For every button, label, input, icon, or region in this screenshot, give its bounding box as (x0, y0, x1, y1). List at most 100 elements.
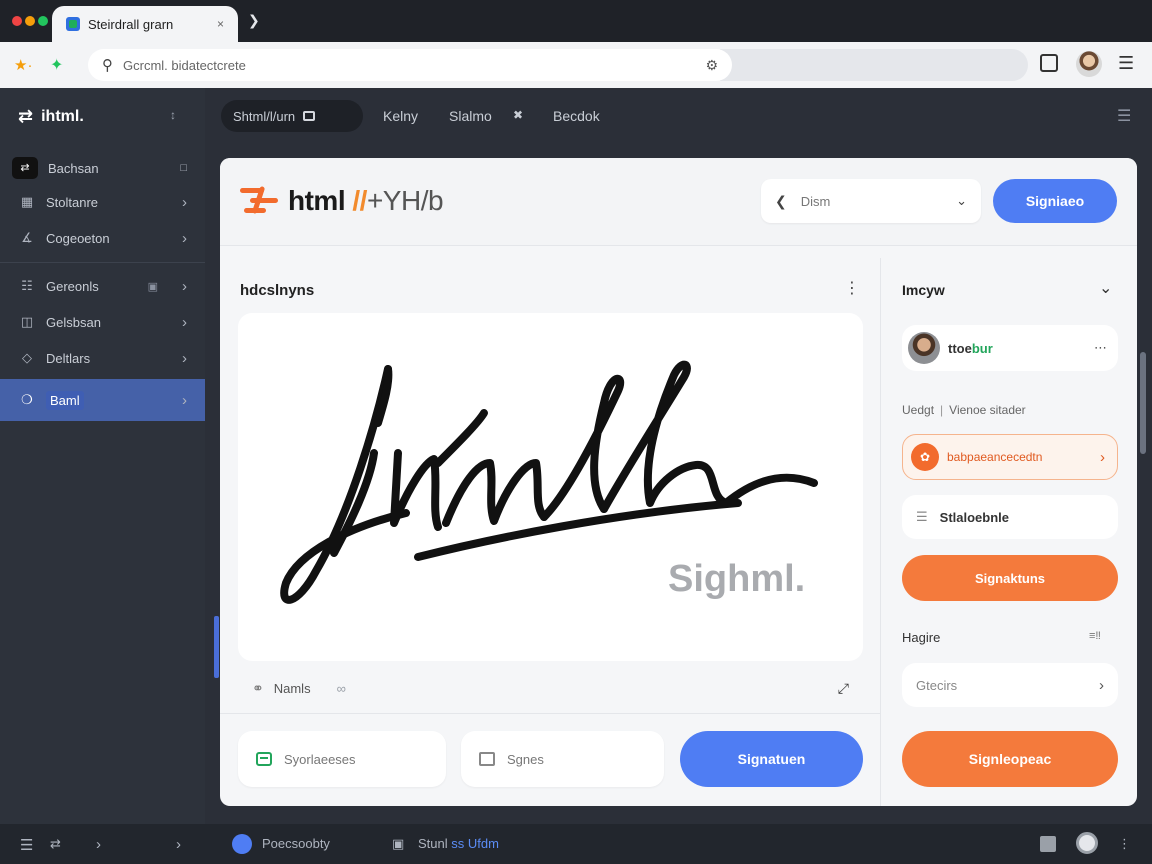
chevron-right-icon: › (182, 193, 187, 211)
sidebar-item-bachsan[interactable]: ⇄ Bachsan □ (0, 150, 205, 186)
layout-icon: ▦ (20, 194, 34, 209)
more-vertical-icon[interactable]: ⋮ (1118, 836, 1131, 852)
sidebar-item-stoltanre[interactable]: ▦ Stoltanre › (0, 184, 205, 220)
signature-canvas[interactable]: Sighml. (238, 313, 863, 661)
sidebar-item-label: Deltlars (46, 350, 91, 366)
date-field[interactable]: Sgnes (461, 731, 664, 787)
user-avatar (908, 332, 940, 364)
window-icon (303, 111, 316, 121)
sidebar-brand[interactable]: ⇄ ihtml. (18, 106, 84, 127)
chevron-right-icon: › (182, 391, 187, 409)
menu-icon[interactable]: ☰ (20, 836, 33, 854)
tab-overview-icon[interactable] (1040, 54, 1058, 72)
chevron-right-icon: › (182, 349, 187, 367)
option-row[interactable]: ☰ Stlaloebnle (902, 495, 1118, 539)
brand-mark-icon (240, 184, 278, 218)
more-options-icon[interactable]: ⋮ (844, 278, 860, 298)
chevron-right-icon[interactable]: › (176, 836, 181, 853)
select-value: Dism (800, 193, 831, 209)
submit-signature-button[interactable]: Signatuen (680, 731, 863, 787)
settings-slider-icon[interactable]: ≡‼ (1089, 630, 1101, 642)
panel-resize-handle[interactable] (214, 616, 219, 678)
signature-toolbar: ⚭ Namls ∞ ⤢ (238, 673, 863, 703)
main-card: html //+YH/b ❮ Dism ⌄ Signiaeo hdcslnyns… (220, 158, 1137, 806)
window-icon[interactable] (1040, 836, 1056, 852)
bottom-mid-label[interactable]: Stunl ss Ufdm (418, 836, 499, 851)
address-bar[interactable]: ⚲ Gcrcml. bidatectcrete ⚙ (88, 49, 732, 81)
chevron-right-icon: › (1100, 448, 1105, 466)
topnav-link-becdok[interactable]: Becdok (553, 108, 600, 124)
diamond-icon: ◇ (22, 350, 32, 365)
close-window-dot[interactable] (12, 16, 22, 26)
right-select-value: Gtecirs (916, 677, 958, 693)
calendar-icon (479, 752, 495, 766)
sidebar-divider (0, 262, 205, 263)
toolbar-label[interactable]: Namls (274, 681, 311, 696)
topnav-link-kelny[interactable]: Kelny (383, 108, 418, 124)
address-text[interactable]: Gcrcml. bidatectcrete (123, 58, 695, 73)
sidebar-item-label: Cogeoeton (46, 230, 110, 246)
browser-tab-bar: Steirdrall grarn × ❯ (0, 0, 1152, 42)
app-icon[interactable] (232, 834, 252, 854)
chevron-right-icon: › (182, 229, 187, 247)
chevron-down-icon[interactable]: ⌄ (1099, 278, 1112, 298)
browser-tab[interactable]: Steirdrall grarn × (52, 6, 238, 42)
tab-list-chevron-icon[interactable]: ❯ (248, 12, 260, 29)
sign-in-button[interactable]: Signiaeo (993, 179, 1117, 223)
page-scrollbar[interactable] (1140, 352, 1146, 454)
sidebar-window-icon: □ (180, 162, 187, 174)
sidebar-item-gereonls[interactable]: ☷ Gereonls ▣ › (0, 268, 205, 304)
link-icon[interactable]: ∞ (337, 681, 346, 696)
sidebar-collapse-icon[interactable]: ↕ (170, 108, 176, 122)
sidebar-item-label: Gereonls (46, 278, 99, 294)
user-name: ttoebur (948, 340, 993, 356)
link-icon[interactable]: ⇄ (50, 836, 61, 852)
right-panel-title: Imcyw (902, 282, 945, 298)
extension-icon[interactable]: ✦ (50, 55, 63, 75)
orange-action-button[interactable]: Signaktuns (902, 555, 1118, 601)
breadcrumb-label: Shtml/l/urn (233, 108, 296, 124)
sidebar-item-baml[interactable]: ❍ Baml › (0, 379, 205, 421)
status-circle-icon[interactable] (1076, 832, 1098, 854)
sidebar-item-cogeoeton[interactable]: ∡ Cogeoeton › (0, 220, 205, 256)
tab-favicon-icon (66, 17, 80, 31)
topnav-link-slalmo[interactable]: Slalmo (449, 108, 492, 124)
primary-orange-button[interactable]: Signleopeac (902, 731, 1118, 787)
right-panel: Imcyw ⌄ ttoebur ⋯ Uedgt | Vienoe sitader ✿… (880, 258, 1137, 806)
globe-icon[interactable]: ⚭ (252, 680, 264, 697)
name-field[interactable]: Syorlaeeses (238, 731, 446, 787)
sidebar-item-label: Gelsbsan (46, 314, 101, 330)
gift-icon: ✿ (911, 443, 939, 471)
chevron-right-icon[interactable]: › (96, 836, 101, 853)
signature-caption: Sighml. (668, 558, 806, 600)
user-card[interactable]: ttoebur ⋯ (902, 325, 1118, 371)
handwritten-signature (280, 360, 818, 604)
tools-icon[interactable]: ✖ (513, 108, 523, 122)
user-meta: Uedgt | Vienoe sitader (902, 403, 1026, 417)
more-icon[interactable]: ⋯ (1094, 340, 1108, 356)
sidebar: ⇄ ihtml. ↕ ⇄ Bachsan □ ▦ Stoltanre › ∡ C… (0, 88, 205, 824)
topnav-breadcrumb-pill[interactable]: Shtml/l/urn (221, 100, 363, 132)
sidebar-item-deltlars[interactable]: ◇ Deltlars › (0, 340, 205, 376)
site-info-icon[interactable]: ⚙ (705, 57, 718, 74)
sidebar-item-gelsbsan[interactable]: ◫ Gelsbsan › (0, 304, 205, 340)
grid-icon: ☷ (21, 278, 33, 293)
browser-menu-icon[interactable]: ☰ (1118, 53, 1134, 74)
highlight-row[interactable]: ✿ babpaeancecedtn › (902, 434, 1118, 480)
name-field-text: Syorlaeeses (284, 751, 356, 767)
bookmark-star-icon[interactable]: ★· (14, 56, 32, 74)
expand-icon[interactable]: ⤢ (838, 680, 849, 697)
panel-title: hdcslnyns (240, 282, 315, 299)
tab-close-icon[interactable]: × (217, 17, 224, 31)
menu-icon[interactable]: ☰ (1117, 106, 1131, 126)
right-select[interactable]: Gtecirs › (902, 663, 1118, 707)
bottom-label[interactable]: Poecsoobty (262, 836, 330, 851)
chevron-right-icon: › (1099, 676, 1104, 694)
profile-avatar[interactable] (1076, 51, 1102, 77)
chevron-left-icon[interactable]: ❮ (775, 193, 787, 210)
maximize-window-dot[interactable] (38, 16, 48, 26)
minimize-window-dot[interactable] (25, 16, 35, 26)
sidebar-brand-label: ihtml. (41, 107, 84, 125)
terminal-icon[interactable]: ▣ (392, 836, 404, 852)
header-select[interactable]: ❮ Dism ⌄ (761, 179, 981, 223)
